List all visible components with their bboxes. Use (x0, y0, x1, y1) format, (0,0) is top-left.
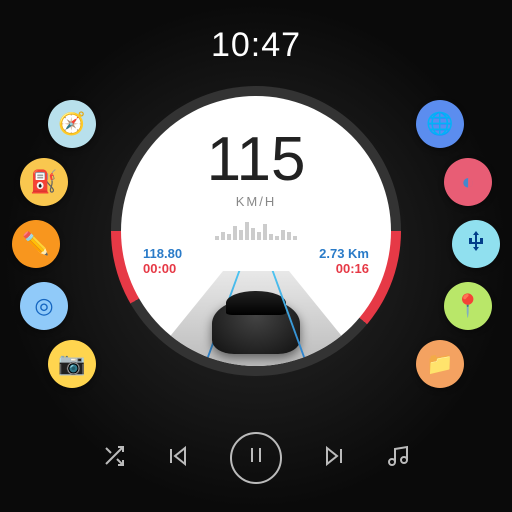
shuffle-icon (102, 444, 126, 473)
map-pin-icon: 📍 (454, 293, 481, 319)
stats-left: 118.80 00:00 (143, 246, 182, 276)
prev-button[interactable] (166, 444, 190, 473)
odometer-value: 118.80 (143, 246, 182, 261)
music-icon (386, 444, 410, 473)
media-controls (0, 432, 512, 484)
usb-icon (464, 229, 488, 259)
notes-button[interactable]: ✏️ (12, 220, 60, 268)
next-button[interactable] (322, 444, 346, 473)
speed-value: 115 (207, 124, 306, 195)
prev-track-icon (166, 444, 190, 473)
camera-button[interactable]: 📷 (48, 340, 96, 388)
time-right: 00:16 (319, 261, 369, 276)
music-button[interactable] (386, 444, 410, 473)
fuel-icon: ⛽ (30, 169, 57, 195)
web-button[interactable]: 🌐 (416, 100, 464, 148)
road-graphic (146, 271, 366, 366)
files-button[interactable]: 📁 (416, 340, 464, 388)
dashboard: 10:47 115 KM/H 118.80 00:00 2.73 Km 00:1… (0, 0, 512, 512)
radar-button[interactable]: ◎ (20, 282, 68, 330)
usb-button[interactable] (452, 220, 500, 268)
radar-icon: ◎ (34, 293, 53, 319)
gauge-face: 115 KM/H 118.80 00:00 2.73 Km 00:16 (121, 96, 391, 366)
speed-unit: KM/H (236, 194, 277, 209)
folder-icon: 📁 (426, 351, 453, 377)
speedometer: 115 KM/H 118.80 00:00 2.73 Km 00:16 (111, 86, 401, 376)
compass-icon: 🧭 (58, 111, 85, 137)
globe-icon: 🌐 (426, 111, 453, 137)
stats-right: 2.73 Km 00:16 (319, 246, 369, 276)
playpause-button[interactable] (230, 432, 282, 484)
compass-button[interactable]: 🧭 (48, 100, 96, 148)
gauge-button[interactable]: ◐ (444, 158, 492, 206)
pause-icon (244, 443, 268, 473)
time-left: 00:00 (143, 261, 182, 276)
pencil-icon: ✏️ (22, 231, 49, 257)
maps-button[interactable]: 📍 (444, 282, 492, 330)
clock: 10:47 (211, 26, 301, 65)
fuel-button[interactable]: ⛽ (20, 158, 68, 206)
car-graphic (212, 299, 300, 354)
trip-value: 2.73 Km (319, 246, 369, 261)
gauge-ring: 115 KM/H 118.80 00:00 2.73 Km 00:16 (111, 86, 401, 376)
camera-icon: 📷 (58, 351, 85, 377)
audio-equalizer (215, 218, 297, 240)
next-track-icon (322, 444, 346, 473)
gauge-icon: ◐ (461, 169, 474, 195)
shuffle-button[interactable] (102, 444, 126, 473)
